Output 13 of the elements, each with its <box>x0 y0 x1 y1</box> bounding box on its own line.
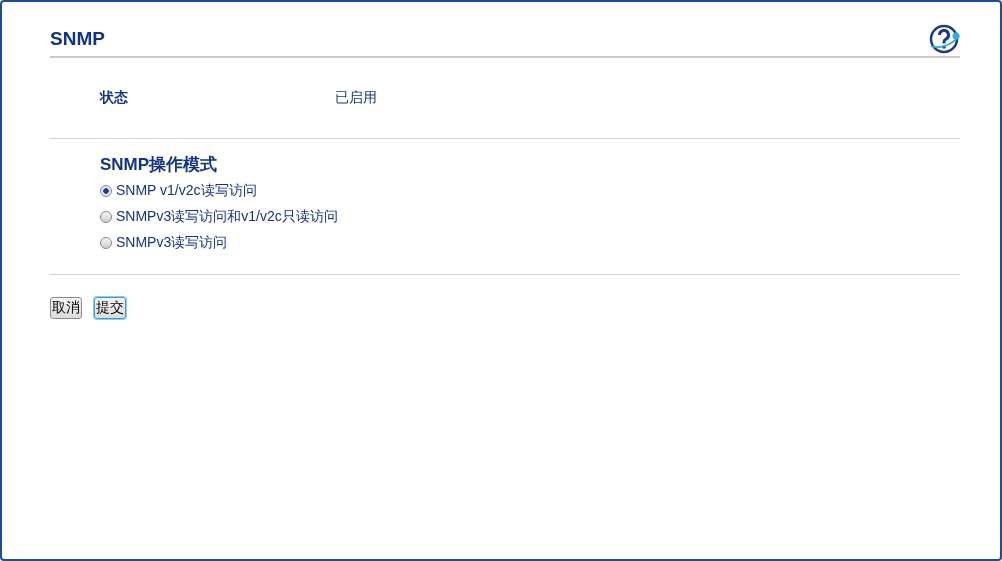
radio-label[interactable]: SNMP v1/v2c读写访问 <box>116 182 257 200</box>
radio-button[interactable] <box>100 211 112 223</box>
radio-label[interactable]: SNMPv3读写访问 <box>116 234 228 252</box>
help-icon[interactable] <box>928 22 962 56</box>
status-label: 状态 <box>100 89 129 107</box>
radio-button[interactable] <box>100 237 112 249</box>
page-title: SNMP <box>50 28 105 50</box>
section-heading: SNMP操作模式 <box>100 154 219 176</box>
submit-button[interactable]: 提交 <box>94 297 126 319</box>
radio-label[interactable]: SNMPv3读写访问和v1/v2c只读访问 <box>116 208 338 226</box>
status-value: 已启用 <box>335 89 377 107</box>
radio-button[interactable] <box>100 185 112 197</box>
cancel-button[interactable]: 取消 <box>50 297 82 319</box>
